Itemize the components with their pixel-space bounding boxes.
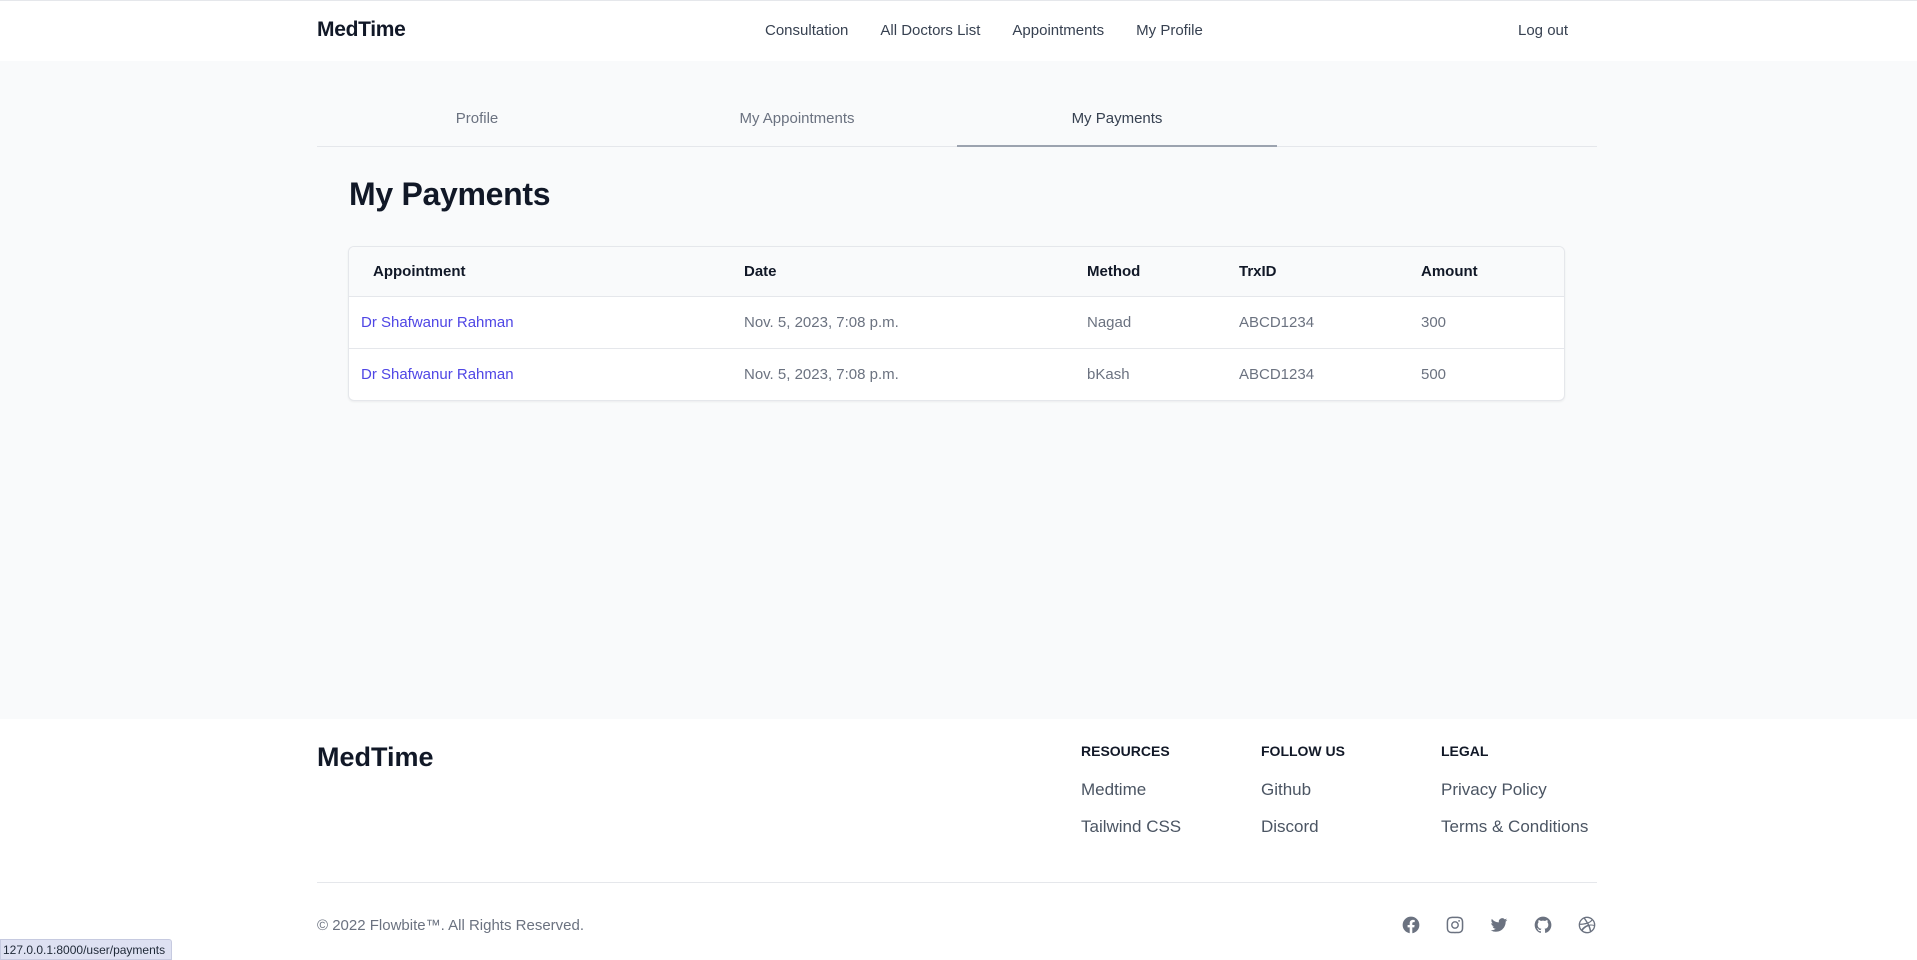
nav-my-profile[interactable]: My Profile: [1136, 22, 1203, 39]
footer-follow-us: FOLLOW US Github Discord: [1261, 743, 1345, 854]
nav-consultation[interactable]: Consultation: [765, 22, 848, 39]
profile-tabs: Profile My Appointments My Payments: [317, 100, 1597, 147]
payments-table: Appointment Date Method TrxID Amount Dr …: [348, 246, 1565, 401]
cell-date: Nov. 5, 2023, 7:08 p.m.: [732, 296, 1075, 349]
column-header-trxid: TrxID: [1227, 247, 1409, 297]
footer-heading-follow-us: FOLLOW US: [1261, 743, 1345, 759]
social-links: [1401, 915, 1597, 935]
top-navbar: MedTime Consultation All Doctors List Ap…: [0, 0, 1917, 61]
footer-link-github[interactable]: Github: [1261, 780, 1345, 800]
main-nav: Consultation All Doctors List Appointmen…: [765, 22, 1203, 39]
cell-method: Nagad: [1075, 296, 1227, 349]
doctor-link[interactable]: Dr Shafwanur Rahman: [361, 314, 514, 331]
nav-all-doctors-list[interactable]: All Doctors List: [880, 22, 980, 39]
footer-resources: RESOURCES Medtime Tailwind CSS: [1081, 743, 1181, 854]
cell-trxid: ABCD1234: [1227, 296, 1409, 349]
cell-method: bKash: [1087, 365, 1130, 383]
footer-link-terms[interactable]: Terms & Conditions: [1441, 817, 1588, 837]
table-header-row: Appointment Date Method TrxID Amount: [349, 247, 1564, 297]
column-header-method: Method: [1075, 247, 1227, 297]
cell-amount: 300: [1409, 296, 1564, 349]
footer-divider: [317, 882, 1597, 883]
tab-profile[interactable]: Profile: [317, 100, 637, 147]
cell-appointment: Dr Shafwanur Rahman: [349, 296, 732, 349]
table-row: Dr Shafwanur Rahman Nov. 5, 2023, 7:08 p…: [349, 348, 1564, 400]
cell-appointment: Dr Shafwanur Rahman: [349, 348, 732, 400]
cell-date: Nov. 5, 2023, 7:08 p.m.: [744, 365, 899, 383]
cell-trxid: ABCD1234: [1239, 365, 1315, 383]
tab-my-appointments[interactable]: My Appointments: [637, 100, 957, 147]
footer-heading-resources: RESOURCES: [1081, 743, 1170, 759]
column-header-date: Date: [732, 247, 1075, 297]
footer: MedTime RESOURCES Medtime Tailwind CSS F…: [0, 719, 1917, 960]
page-title: My Payments: [349, 176, 551, 212]
status-bar-url: 127.0.0.1:8000/user/payments: [0, 939, 173, 960]
column-header-appointment: Appointment: [349, 247, 732, 297]
github-icon[interactable]: [1533, 915, 1553, 935]
footer-link-tailwind[interactable]: Tailwind CSS: [1081, 817, 1181, 837]
column-header-amount: Amount: [1409, 247, 1564, 297]
nav-appointments[interactable]: Appointments: [1012, 22, 1104, 39]
footer-brand-logo[interactable]: MedTime: [317, 742, 434, 773]
cell-amount: 500: [1421, 365, 1447, 383]
footer-link-discord[interactable]: Discord: [1261, 817, 1345, 837]
footer-link-medtime[interactable]: Medtime: [1081, 780, 1181, 800]
dribbble-icon[interactable]: [1577, 915, 1597, 935]
instagram-icon[interactable]: [1445, 915, 1465, 935]
brand-logo[interactable]: MedTime: [317, 18, 406, 42]
tab-my-payments[interactable]: My Payments: [957, 100, 1277, 147]
facebook-icon[interactable]: [1401, 915, 1421, 935]
footer-legal: LEGAL Privacy Policy Terms & Conditions: [1441, 743, 1588, 854]
doctor-link[interactable]: Dr Shafwanur Rahman: [361, 366, 514, 383]
copyright-text: © 2022 Flowbite™. All Rights Reserved.: [317, 917, 585, 934]
logout-link[interactable]: Log out: [1518, 22, 1568, 39]
twitter-icon[interactable]: [1489, 915, 1509, 935]
footer-heading-legal: LEGAL: [1441, 743, 1489, 759]
table-row: Dr Shafwanur Rahman Nov. 5, 2023, 7:08 p…: [349, 296, 1564, 349]
footer-link-privacy-policy[interactable]: Privacy Policy: [1441, 780, 1588, 800]
